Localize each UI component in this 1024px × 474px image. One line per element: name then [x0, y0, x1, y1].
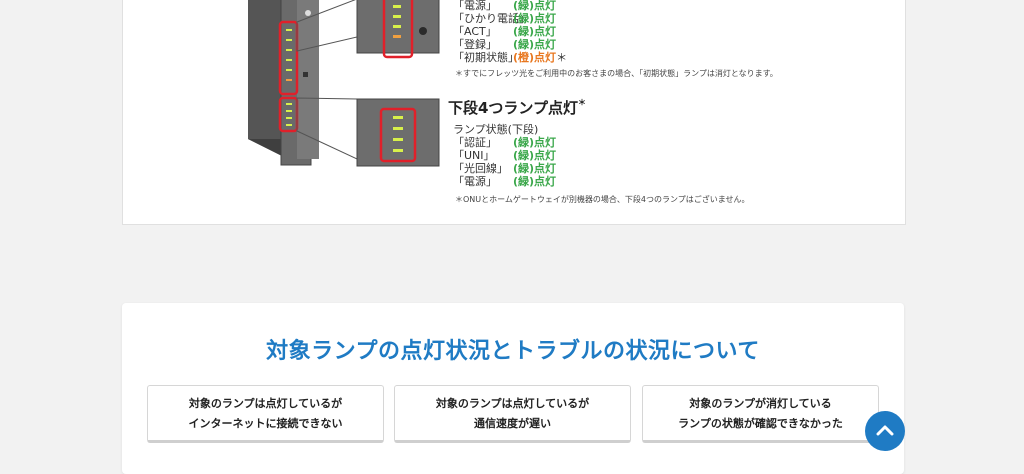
asterisk-mark: ＊ — [556, 51, 568, 64]
lamp-status: (緑)点灯 — [513, 162, 557, 175]
card-line: 対象のランプが消灯している — [689, 397, 832, 410]
lamp-status: (緑)点灯 — [513, 0, 557, 12]
section-title: 対象ランプの点灯状況とトラブルの状況について — [266, 339, 760, 364]
lamp-status: (緑)点灯 — [513, 38, 557, 51]
card-lamp-off[interactable]: 対象のランプが消灯している ランプの状態が確認できなかった — [642, 385, 879, 443]
note-lower-lamps: ＊ONUとホームゲートウェイが別機器の場合、下段4つのランプはございません。 — [455, 195, 750, 204]
lamp-status: (橙)点灯 — [513, 51, 557, 64]
scroll-top-button[interactable] — [865, 411, 905, 451]
lamp-name: 「ACT」 — [453, 25, 497, 38]
lamp-status-row: (橙)点灯＊ — [513, 51, 567, 64]
heading-lower-lamps: 下段4つランプ点灯＊ — [448, 97, 586, 118]
lamp-name: 「電源」 — [453, 175, 497, 188]
lamp-name: 「電源」 — [453, 0, 497, 12]
card-slow-speed[interactable]: 対象のランプは点灯しているが 通信速度が遅い — [394, 385, 631, 443]
lamp-status: (緑)点灯 — [513, 149, 557, 162]
lamp-guide-panel: 「電源」 (緑)点灯 「ひかり電話」 (緑)点灯 「ACT」 (緑)点灯 「登録… — [122, 0, 906, 225]
card-line: 対象のランプは点灯しているが — [188, 397, 343, 410]
lamp-status: (緑)点灯 — [513, 25, 557, 38]
trouble-section: 対象ランプの点灯状況とトラブルの状況について 対象のランプは点灯しているが イン… — [122, 303, 904, 474]
card-line: ランプの状態が確認できなかった — [678, 417, 843, 430]
lamp-state-label: ランプ状態(下段) — [453, 123, 539, 136]
heading-text: 下段4つランプ点灯 — [448, 99, 578, 117]
lamp-row: 「電源」 — [453, 0, 497, 12]
card-line: 対象のランプは点灯しているが — [435, 397, 590, 410]
chevron-up-icon — [876, 425, 894, 436]
card-line: インターネットに接続できない — [188, 417, 343, 430]
card-line: 通信速度が遅い — [474, 417, 551, 430]
lamp-status: (緑)点灯 — [513, 12, 557, 25]
note-initial-state: ＊すでにフレッツ光をご利用中のお客さまの場合、「初期状態」ランプは消灯となります… — [455, 69, 778, 78]
lamp-name: 「UNI」 — [453, 149, 495, 162]
lamp-name: 「登録」 — [453, 38, 497, 51]
lamp-name: 「初期状態」 — [453, 51, 519, 64]
asterisk-mark: ＊ — [578, 98, 586, 107]
lamp-name: 「光回線」 — [453, 162, 508, 175]
card-connected-no-internet[interactable]: 対象のランプは点灯しているが インターネットに接続できない — [147, 385, 384, 443]
lamp-status: (緑)点灯 — [513, 175, 557, 188]
lamp-status: (緑)点灯 — [513, 136, 557, 149]
lamp-name: 「認証」 — [453, 136, 497, 149]
